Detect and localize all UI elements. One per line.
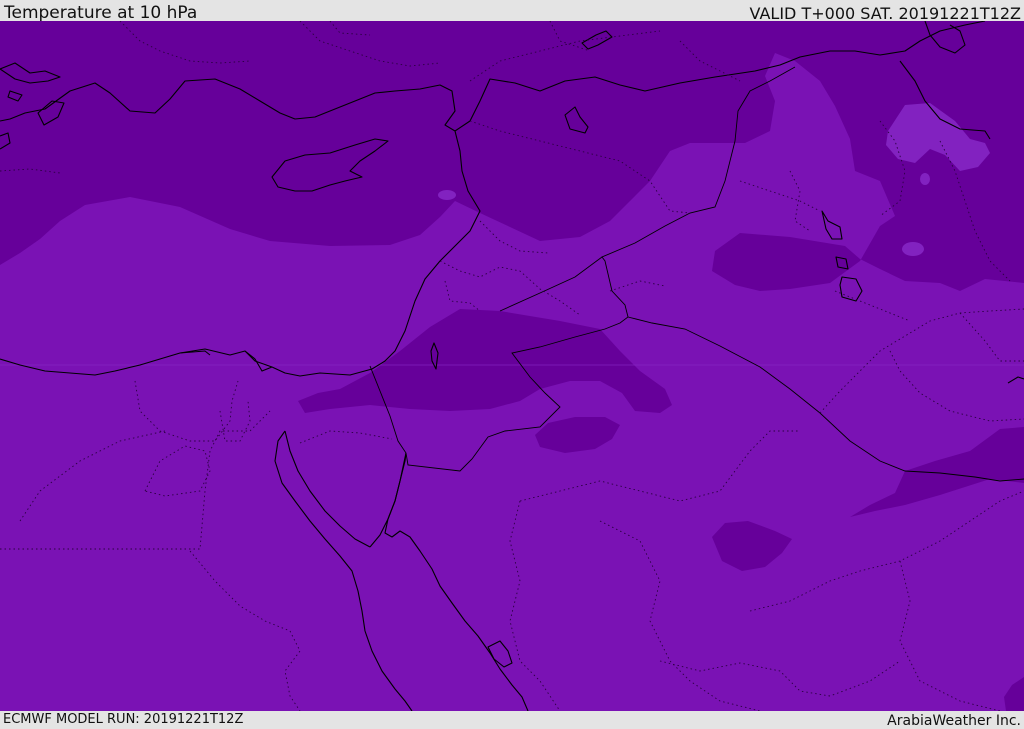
header-bar: Temperature at 10 hPa VALID T+000 SAT. 2… xyxy=(0,0,1024,23)
temperature-band-light-ne-dot xyxy=(920,173,930,185)
map-canvas xyxy=(0,21,1024,711)
temperature-band-light-levant xyxy=(438,190,456,200)
weather-map[interactable] xyxy=(0,21,1024,711)
credit-label: ArabiaWeather Inc. xyxy=(887,713,1021,729)
map-viewer: Temperature at 10 hPa VALID T+000 SAT. 2… xyxy=(0,0,1024,729)
model-run-label: ECMWF MODEL RUN: 20191221T12Z xyxy=(3,712,244,727)
footer-bar: ECMWF MODEL RUN: 20191221T12Z ArabiaWeat… xyxy=(0,711,1024,729)
temperature-band-light-ne-pocket xyxy=(902,242,924,256)
